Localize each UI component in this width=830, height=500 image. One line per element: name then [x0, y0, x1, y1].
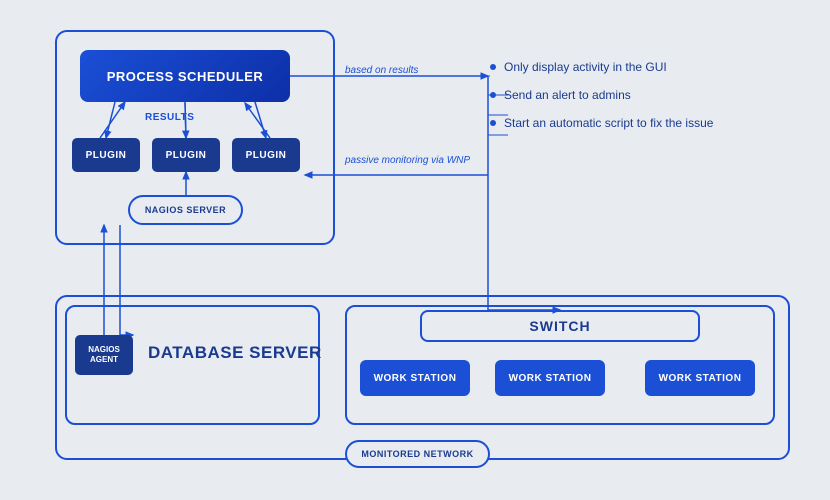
plugin-label-2: PLUGIN	[166, 150, 207, 161]
switch-label-box: SWITCH	[420, 310, 700, 342]
plugin-label-1: PLUGIN	[86, 150, 127, 161]
plugin-box-2: PLUGIN	[152, 138, 220, 172]
annotation-text-3: Start an automatic script to fix the iss…	[504, 116, 713, 130]
annotation-dot-3	[490, 120, 496, 126]
passive-monitoring-label: passive monitoring via WNP	[345, 155, 470, 166]
based-on-results-label: based on results	[345, 65, 418, 76]
plugin-box-3: PLUGIN	[232, 138, 300, 172]
nagios-server-label: NAGIOS SERVER	[145, 205, 226, 215]
workstation-box-2: WORK STATION	[495, 360, 605, 396]
annotation-dot-1	[490, 64, 496, 70]
nagios-server-box: NAGIOS SERVER	[128, 195, 243, 225]
results-label: RESULTS	[145, 112, 194, 123]
annotation-text-1: Only display activity in the GUI	[504, 60, 667, 74]
workstation-box-1: WORK STATION	[360, 360, 470, 396]
annotation-item-1: Only display activity in the GUI	[490, 60, 810, 74]
monitored-network-box: MONITORED NETWORK	[345, 440, 490, 468]
plugin-box-1: PLUGIN	[72, 138, 140, 172]
annotation-box: Only display activity in the GUI Send an…	[490, 60, 810, 144]
workstation-label-1: WORK STATION	[374, 373, 457, 384]
process-scheduler-box: PROCESS SCHEDULER	[80, 50, 290, 102]
diagram: PROCESS SCHEDULER RESULTS PLUGIN PLUGIN …	[0, 0, 830, 500]
annotation-dot-2	[490, 92, 496, 98]
nagios-agent-box: NAGIOSAGENT	[75, 335, 133, 375]
plugin-label-3: PLUGIN	[246, 150, 287, 161]
monitored-network-label: MONITORED NETWORK	[361, 449, 473, 459]
workstation-box-3: WORK STATION	[645, 360, 755, 396]
nagios-agent-label: NAGIOSAGENT	[88, 345, 120, 364]
annotation-item-3: Start an automatic script to fix the iss…	[490, 116, 810, 130]
workstation-label-2: WORK STATION	[509, 373, 592, 384]
workstation-label-3: WORK STATION	[659, 373, 742, 384]
process-scheduler-label: PROCESS SCHEDULER	[107, 69, 264, 84]
database-server-label: DATABASE SERVER	[148, 343, 322, 363]
switch-label: SWITCH	[529, 318, 590, 334]
annotation-item-2: Send an alert to admins	[490, 88, 810, 102]
annotation-text-2: Send an alert to admins	[504, 88, 631, 102]
